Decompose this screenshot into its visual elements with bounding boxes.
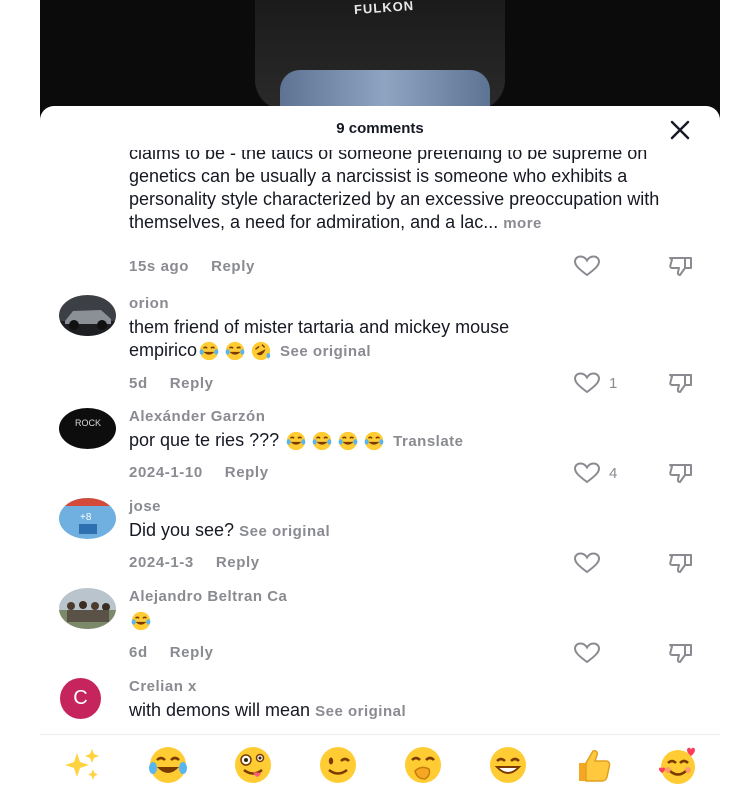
comments-header: 9 comments — [40, 106, 720, 150]
comment-username[interactable]: jose — [129, 498, 699, 515]
emoji-quick-bar — [40, 734, 720, 795]
comment-time: 6d — [129, 644, 148, 661]
reply-button[interactable]: Reply — [170, 644, 214, 661]
see-original-link[interactable]: See original — [239, 523, 330, 540]
like-button[interactable] — [573, 551, 601, 575]
comment-text: them friend of mister tartaria and micke… — [129, 316, 699, 363]
like-count: 4 — [609, 464, 618, 482]
avatar-letter: C — [73, 687, 88, 709]
thumbs-down-icon — [669, 464, 692, 483]
tears-of-joy-icon — [199, 342, 219, 361]
tears-of-joy-icon[interactable] — [146, 743, 190, 787]
close-button[interactable] — [668, 118, 692, 142]
thumbs-down-icon — [669, 257, 692, 276]
comment-text-content: Did you see? — [129, 520, 235, 540]
heart-icon — [573, 642, 601, 664]
tears-of-joy-icon — [312, 432, 332, 451]
comment-text-content: with demons will mean — [129, 700, 311, 720]
dislike-button[interactable] — [667, 371, 695, 400]
more-link[interactable]: more — [503, 215, 542, 232]
reply-button[interactable]: Reply — [216, 554, 260, 571]
comment-text-content: por que te ries ??? — [129, 430, 280, 450]
comment-text-line: them friend of mister tartaria and micke… — [129, 317, 510, 337]
comment-meta: 15s ago Reply — [129, 258, 255, 275]
avatar[interactable] — [59, 295, 116, 336]
sparkles-icon[interactable] — [61, 743, 105, 787]
thumbs-up-icon[interactable] — [571, 743, 615, 787]
comment-time: 15s ago — [129, 258, 190, 275]
comment-meta: 2024-1-10 Reply — [129, 464, 269, 481]
thumbs-down-icon — [669, 644, 692, 663]
comment-meta: 6d Reply — [129, 644, 214, 661]
like-button[interactable]: 4 — [573, 461, 617, 485]
avatar[interactable]: +8 — [59, 498, 116, 539]
avatar[interactable]: C — [60, 678, 101, 719]
comment-text: with demons will mean See original — [129, 699, 699, 723]
tears-of-joy-icon — [364, 432, 384, 451]
svg-text:+8: +8 — [80, 512, 92, 523]
smiling-hearts-icon[interactable] — [656, 743, 700, 787]
tears-of-joy-icon — [225, 342, 245, 361]
see-original-link[interactable]: See original — [280, 343, 371, 360]
comment-time: 2024-1-10 — [129, 464, 203, 481]
comment-text: claims to be - the tatics of someone pre… — [129, 150, 699, 235]
translate-link[interactable]: Translate — [393, 433, 463, 450]
hand-over-mouth-icon[interactable] — [401, 743, 445, 787]
dislike-button[interactable] — [667, 641, 695, 670]
rolling-laughing-icon — [251, 342, 271, 361]
like-count: 1 — [609, 374, 618, 392]
thumbs-down-icon — [669, 554, 692, 573]
video-jeans — [280, 70, 490, 110]
heart-icon — [573, 462, 601, 484]
dislike-button[interactable] — [667, 254, 695, 283]
comment-text: Did you see? See original — [129, 519, 699, 543]
reply-button[interactable]: Reply — [170, 375, 214, 392]
thumbs-down-icon — [669, 374, 692, 393]
comment-time: 5d — [129, 375, 148, 392]
close-icon — [670, 120, 690, 140]
reply-button[interactable]: Reply — [225, 464, 269, 481]
tears-of-joy-icon — [131, 612, 151, 631]
comment-time: 2024-1-3 — [129, 554, 194, 571]
heart-icon — [573, 372, 601, 394]
like-button[interactable] — [573, 254, 601, 278]
svg-text:ROCK: ROCK — [75, 418, 101, 428]
winking-face-icon[interactable] — [316, 743, 360, 787]
comment-text — [129, 609, 699, 632]
comments-count-title: 9 comments — [336, 120, 424, 137]
comment-meta: 5d Reply — [129, 375, 214, 392]
like-button[interactable] — [573, 641, 601, 665]
avatar[interactable]: ROCK — [59, 408, 116, 449]
comment-username[interactable]: Alexánder Garzón — [129, 408, 699, 425]
dislike-button[interactable] — [667, 551, 695, 580]
comment-text: por que te ries ??? Translate — [129, 429, 699, 453]
reply-button[interactable]: Reply — [211, 258, 255, 275]
comment-text-line: empirico — [129, 340, 198, 360]
heart-icon — [573, 552, 601, 574]
comment-meta: 2024-1-3 Reply — [129, 554, 260, 571]
avatar[interactable] — [59, 588, 116, 629]
comment-text-content: claims to be - the tatics of someone pre… — [129, 150, 660, 232]
comment-username[interactable]: orion — [129, 295, 699, 312]
zany-face-icon[interactable] — [231, 743, 275, 787]
tears-of-joy-icon — [286, 432, 306, 451]
like-button[interactable]: 1 — [573, 371, 617, 395]
heart-icon — [573, 255, 601, 277]
tears-of-joy-icon — [338, 432, 358, 451]
comments-sheet: 9 comments claims to be - the tatics of … — [40, 106, 720, 794]
grinning-face-icon[interactable] — [486, 743, 530, 787]
comment-username[interactable]: Crelian x — [129, 678, 699, 695]
comments-list[interactable]: claims to be - the tatics of someone pre… — [40, 150, 720, 740]
see-original-link[interactable]: See original — [315, 703, 406, 720]
comment-username[interactable]: Alejandro Beltran Ca — [129, 588, 699, 605]
dislike-button[interactable] — [667, 461, 695, 490]
